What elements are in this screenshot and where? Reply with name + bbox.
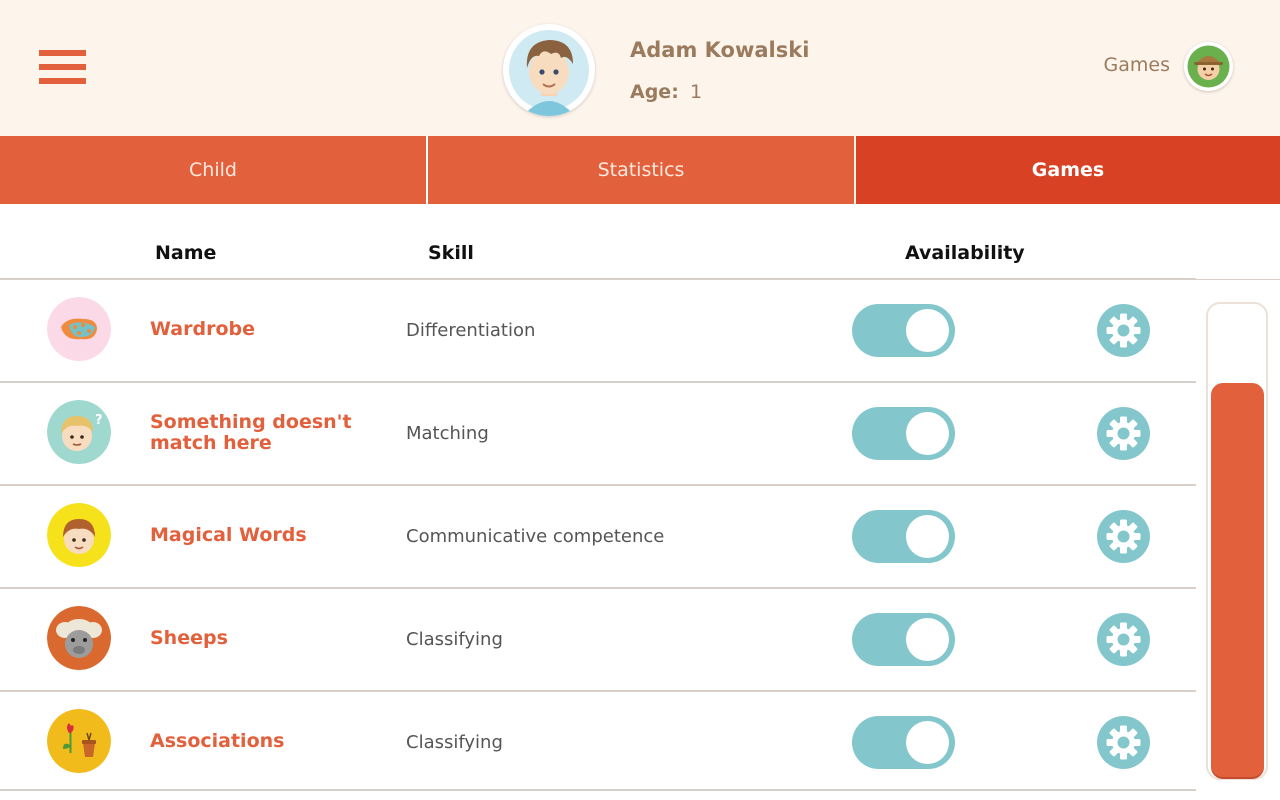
child-avatar [503,24,595,116]
tab-child[interactable]: Child [0,136,426,204]
game-name[interactable]: Something doesn't match here [150,412,390,454]
game-skill: Matching [406,423,489,444]
hamburger-menu-icon[interactable] [39,50,86,84]
game-row: Magical Words Communicative competence [0,486,1196,589]
game-skill: Classifying [406,732,503,753]
patterned-cloth-icon [47,297,111,361]
availability-toggle[interactable] [852,407,955,460]
availability-toggle[interactable] [852,304,955,357]
game-name[interactable]: Wardrobe [150,319,255,340]
gear-icon[interactable] [1097,716,1150,769]
column-header-skill: Skill [428,242,474,264]
scrollbar-thumb[interactable] [1211,383,1264,777]
puzzled-boy-icon: ? [47,400,111,464]
tab-games[interactable]: Games [854,136,1280,204]
game-skill: Differentiation [406,320,536,341]
game-name[interactable]: Magical Words [150,525,307,546]
age-value: 1 [690,81,703,103]
row-divider [0,789,1196,791]
tab-bar: Child Statistics Games [0,136,1280,204]
availability-toggle[interactable] [852,613,955,666]
child-face-icon[interactable] [1184,42,1233,91]
game-name[interactable]: Associations [150,731,284,752]
column-header-availability: Availability [905,242,1025,264]
header-divider-extension [1196,279,1280,280]
game-skill: Classifying [406,629,503,650]
flower-and-pot-icon [47,709,111,773]
gear-icon[interactable] [1097,510,1150,563]
svg-text:?: ? [95,413,103,428]
game-skill: Communicative competence [406,526,665,547]
availability-toggle[interactable] [852,716,955,769]
gear-icon[interactable] [1097,304,1150,357]
gear-icon[interactable] [1097,613,1150,666]
column-header-name: Name [155,242,217,264]
game-row: Sheeps Classifying [0,589,1196,692]
tab-statistics[interactable]: Statistics [428,136,854,204]
availability-toggle[interactable] [852,510,955,563]
game-row: Associations Classifying [0,692,1196,795]
game-row: ? Something doesn't match here Matching [0,383,1196,486]
sheep-icon [47,606,111,670]
game-row: Wardrobe Differentiation [0,280,1196,383]
user-name: Adam Kowalski [630,38,810,62]
mode-label: Games [1103,54,1170,76]
age-label: Age: [630,81,679,103]
game-name[interactable]: Sheeps [150,628,228,649]
top-header: Adam Kowalski Age: 1 Games [0,0,1280,136]
gear-icon[interactable] [1097,407,1150,460]
boy-face-icon [47,503,111,567]
